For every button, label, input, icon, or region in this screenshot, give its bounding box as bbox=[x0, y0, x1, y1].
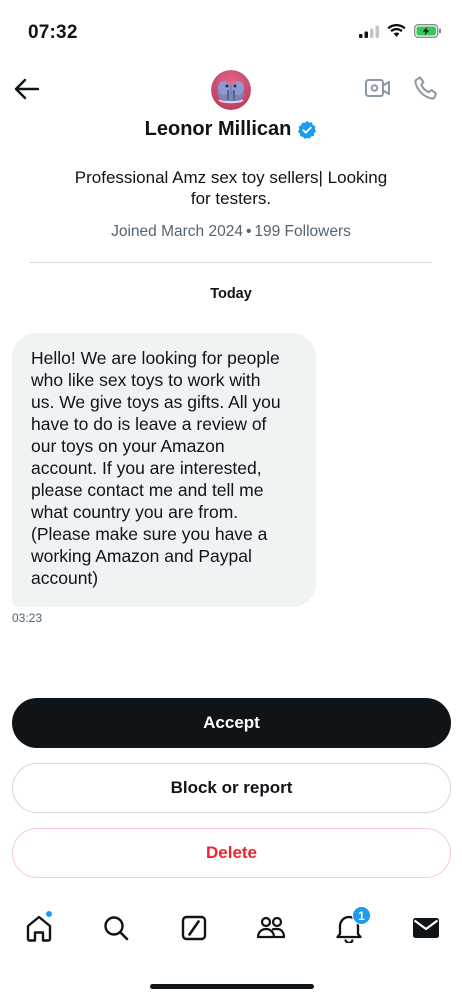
wifi-icon bbox=[387, 24, 406, 43]
conversation-header: Leonor Millican bbox=[0, 60, 462, 150]
message-line: working Amazon and Paypal bbox=[31, 546, 252, 566]
message-line: who like sex toys to work with bbox=[31, 370, 261, 390]
tab-bar: 1 bbox=[0, 900, 462, 960]
accept-button[interactable]: Accept bbox=[12, 698, 451, 748]
tab-search[interactable] bbox=[96, 908, 136, 948]
message-line: have to do is leave a review of bbox=[31, 414, 267, 434]
divider bbox=[30, 262, 432, 263]
delete-button[interactable]: Delete bbox=[12, 828, 451, 878]
message-line: Hello! We are looking for people bbox=[31, 348, 280, 368]
mail-icon bbox=[413, 918, 439, 938]
followers-count[interactable]: 199 Followers bbox=[254, 223, 351, 240]
battery-charging-icon bbox=[414, 24, 442, 43]
bio-line: for testers. bbox=[190, 189, 272, 208]
tab-messages[interactable] bbox=[406, 908, 446, 948]
tab-notifications[interactable]: 1 bbox=[329, 906, 371, 948]
communities-icon bbox=[256, 916, 286, 939]
tab-communities[interactable] bbox=[251, 908, 291, 948]
status-time: 07:32 bbox=[28, 22, 78, 43]
meta-separator: • bbox=[245, 223, 252, 240]
message-line: us. We give toys as gifts. All you bbox=[31, 392, 281, 412]
unread-dot bbox=[45, 910, 53, 918]
profile-meta: Joined March 2024 • 199 Followers bbox=[0, 223, 462, 241]
message-line: please contact me and tell me bbox=[31, 480, 264, 500]
phone-icon bbox=[414, 76, 437, 100]
name-row[interactable]: Leonor Millican bbox=[0, 118, 462, 141]
tab-grok[interactable] bbox=[174, 908, 214, 948]
verified-badge-icon bbox=[298, 120, 317, 139]
arrow-left-icon bbox=[14, 78, 40, 100]
message-line: our toys on your Amazon bbox=[31, 436, 225, 456]
message-line: (Please make sure you have a bbox=[31, 524, 268, 544]
video-call-icon bbox=[365, 79, 390, 97]
bio-line: Professional Amz sex toy sellers| Lookin… bbox=[74, 168, 388, 187]
message-bubble[interactable]: Hello! We are looking for people who lik… bbox=[12, 333, 316, 607]
video-call-button[interactable] bbox=[364, 76, 394, 102]
grok-icon bbox=[181, 915, 207, 941]
profile-bio: Professional Amz sex toy sellers| Lookin… bbox=[50, 167, 412, 209]
display-name: Leonor Millican bbox=[144, 118, 292, 140]
phone-call-button[interactable] bbox=[412, 74, 442, 104]
search-icon bbox=[104, 916, 129, 941]
tab-home[interactable] bbox=[19, 908, 59, 948]
message-line: what country you are from. bbox=[31, 502, 239, 522]
joined-date: Joined March 2024 bbox=[111, 223, 243, 240]
back-button[interactable] bbox=[12, 76, 42, 102]
message-text: Hello! We are looking for people who lik… bbox=[31, 347, 300, 589]
avatar[interactable] bbox=[211, 70, 251, 110]
block-or-report-button[interactable]: Block or report bbox=[12, 763, 451, 813]
signal-icon bbox=[359, 25, 379, 43]
status-bar: 07:32 bbox=[0, 0, 462, 60]
message-line: account) bbox=[31, 568, 99, 588]
home-indicator[interactable] bbox=[150, 984, 314, 989]
notification-badge: 1 bbox=[352, 906, 371, 925]
message-timestamp: 03:23 bbox=[12, 611, 43, 625]
message-line: account. If you are interested, bbox=[31, 458, 262, 478]
status-icons bbox=[359, 24, 442, 43]
day-label: Today bbox=[210, 286, 252, 302]
